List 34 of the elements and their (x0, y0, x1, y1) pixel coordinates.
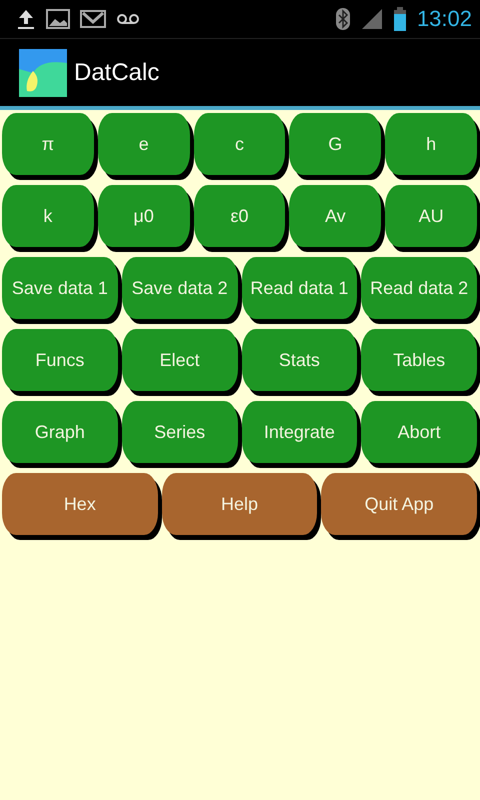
status-time: 13:02 (416, 6, 472, 32)
calculator-button[interactable]: ε0 (194, 185, 286, 247)
calculator-button[interactable]: c (194, 113, 286, 175)
calculator-button[interactable]: h (385, 113, 477, 175)
calculator-button[interactable]: Hex (2, 473, 158, 535)
calculator-button[interactable]: G (289, 113, 382, 175)
picture-icon (46, 8, 70, 30)
battery-icon (392, 7, 407, 31)
calculator-button[interactable]: Read data 1 (242, 257, 358, 319)
calculator-button[interactable]: π (2, 113, 94, 175)
calculator-button[interactable]: Tables (361, 329, 477, 391)
calculator-button[interactable]: Graph (2, 401, 118, 463)
app-icon (19, 48, 67, 96)
calculator-button[interactable]: Abort (361, 401, 477, 463)
calculator-button[interactable]: Elect (122, 329, 238, 391)
calculator-button[interactable]: Read data 2 (361, 257, 477, 319)
calculator-button[interactable]: Help (162, 473, 318, 535)
calculator-button[interactable]: Series (122, 401, 238, 463)
calculator-button[interactable]: k (2, 185, 94, 247)
calculator-button[interactable]: AU (385, 185, 477, 247)
calculator-button[interactable]: Stats (242, 329, 358, 391)
mail-icon (80, 8, 106, 30)
calculator-button[interactable]: Save data 1 (2, 257, 118, 319)
bluetooth-icon (334, 7, 351, 31)
signal-icon (360, 8, 383, 30)
calculator-button[interactable]: Funcs (2, 329, 118, 391)
calculator-button[interactable]: e (98, 113, 190, 175)
app-title: DatCalc (74, 58, 160, 86)
calculator-button[interactable]: Integrate (242, 401, 358, 463)
calculator-button[interactable]: μ0 (98, 185, 190, 247)
calculator-button[interactable]: Quit App (321, 473, 477, 535)
calculator-button[interactable]: Av (289, 185, 382, 247)
upload-icon (16, 8, 36, 30)
calculator-button[interactable]: Save data 2 (122, 257, 238, 319)
